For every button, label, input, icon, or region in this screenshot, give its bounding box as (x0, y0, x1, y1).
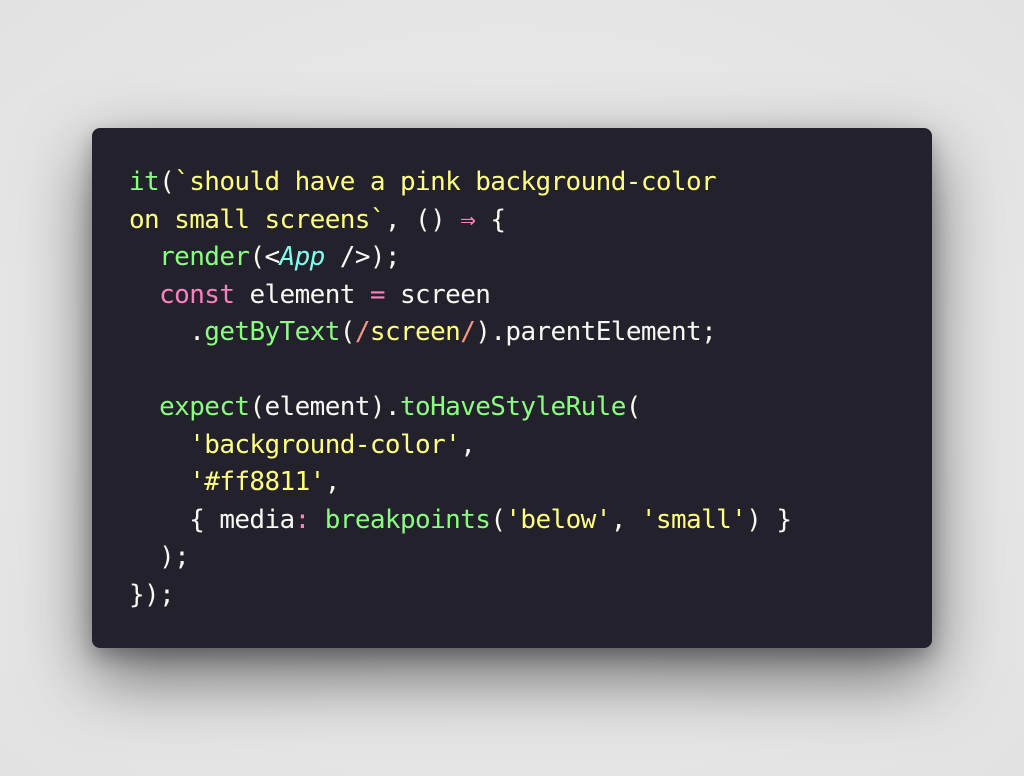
code-token-string: 'background-color' (189, 429, 461, 460)
code-token-keyword: = (369, 279, 386, 310)
code-token-text: screen (384, 279, 491, 310)
code-token-text: ); (129, 542, 190, 572)
code-token-text: , (324, 467, 341, 497)
code-token-function: expect (159, 392, 250, 422)
code-token-text: , (460, 429, 476, 460)
code-token-keyword: ⇒ (460, 204, 476, 235)
canvas-background: it(`should have a pink background-color o… (0, 0, 1024, 776)
code-token-text: ) } (746, 504, 792, 535)
code-token-string: '#ff8811' (189, 467, 325, 497)
code-token-string: on small screens` (129, 204, 386, 235)
code-token-text: }); (129, 579, 175, 610)
code-block: it(`should have a pink background-color o… (129, 164, 792, 615)
code-token-regex-delimiter: / (460, 317, 476, 347)
code-token-text: { (475, 204, 506, 235)
code-token-text: , (610, 504, 641, 535)
code-token-text: element (234, 279, 370, 310)
code-line: '#ff8811', (129, 464, 791, 502)
code-token-function: it (129, 167, 160, 197)
code-token-text: (element). (249, 392, 400, 422)
code-token-text: { media (129, 504, 295, 535)
code-line: .getByText(/screen/).parentElement; (129, 314, 791, 352)
code-token-text: . (129, 317, 205, 347)
code-token-regex-delimiter: / (354, 317, 371, 347)
code-line: it(`should have a pink background-color (129, 164, 791, 202)
code-token-function: breakpoints (324, 504, 491, 535)
code-line: render(<App />); (129, 239, 791, 277)
code-token-function: toHaveStyleRule (399, 392, 626, 422)
code-token-string: screen (369, 317, 461, 347)
code-token-text: ).parentElement; (475, 317, 717, 347)
code-token-text: />); (324, 242, 401, 272)
code-line: ); (129, 539, 791, 577)
code-token-text: ( (490, 504, 506, 535)
code-token-string: 'small' (640, 504, 747, 535)
code-line: }); (129, 577, 791, 615)
code-line: on small screens`, () ⇒ { (129, 202, 791, 240)
code-line: { media: breakpoints('below', 'small') } (129, 502, 792, 540)
code-token-text: ( (339, 317, 356, 347)
code-token-text: , () (384, 204, 461, 235)
code-snippet-window: it(`should have a pink background-color o… (92, 128, 932, 648)
code-token-keyword: const (159, 279, 235, 310)
code-token-string: `should have a pink background-color (174, 167, 717, 197)
code-line: const element = screen (129, 277, 791, 315)
code-token-text: (< (249, 242, 280, 272)
code-token-text: ( (159, 167, 175, 197)
code-line: expect(element).toHaveStyleRule( (129, 389, 791, 427)
code-token-string: 'below' (505, 504, 611, 535)
code-token-function: render (159, 242, 250, 272)
code-token-component: App (279, 242, 326, 272)
code-token-function: getByText (204, 317, 340, 347)
code-line: 'background-color', (129, 427, 791, 465)
code-token-text: ( (625, 392, 642, 422)
code-token-keyword: : (294, 504, 311, 535)
